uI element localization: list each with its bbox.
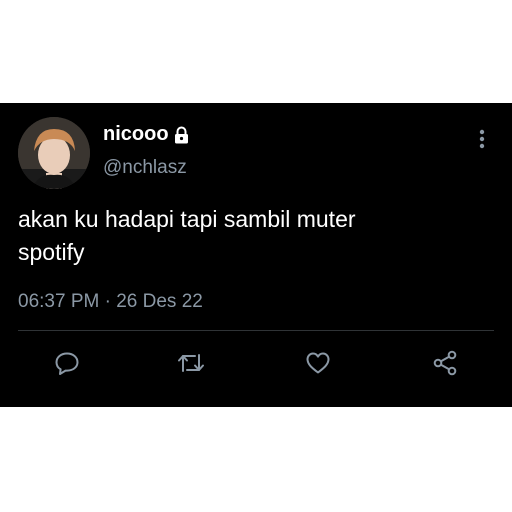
reply-button[interactable] [52, 350, 82, 380]
avatar-image [18, 117, 90, 189]
lock-icon [173, 126, 190, 144]
display-name[interactable]: nicooo [103, 123, 190, 146]
handle[interactable]: @nchlasz [103, 157, 187, 179]
date: 26 Des 22 [116, 291, 203, 312]
divider [18, 330, 494, 331]
reply-icon [54, 351, 80, 380]
retweet-button[interactable] [176, 350, 206, 380]
avatar[interactable] [18, 117, 90, 189]
timestamp[interactable]: 06:37 PM · 26 Des 22 [18, 291, 203, 313]
share-button[interactable] [430, 350, 460, 380]
separator: · [104, 291, 111, 312]
like-button[interactable] [303, 350, 333, 380]
retweet-icon [177, 352, 205, 379]
more-vertical-icon[interactable] [470, 127, 494, 151]
display-name-text: nicooo [103, 123, 169, 145]
share-icon [432, 350, 458, 381]
tweet-text: akan ku hadapi tapi sambil muter spotify [18, 206, 356, 265]
tweet-card: nicooo @nchlasz akan ku hadapi tapi samb… [0, 103, 512, 407]
time: 06:37 PM [18, 291, 100, 312]
heart-icon [305, 351, 331, 380]
